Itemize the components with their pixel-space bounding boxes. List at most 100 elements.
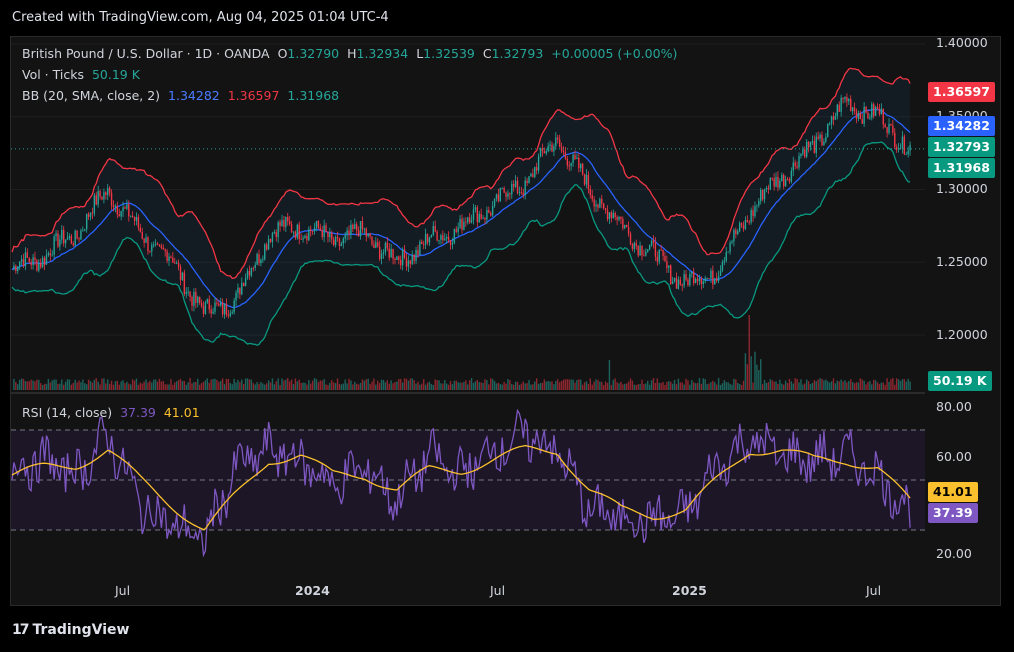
candle-body bbox=[317, 220, 320, 228]
candle-body bbox=[264, 244, 266, 260]
volume-bar bbox=[126, 381, 128, 390]
volume-bar bbox=[135, 378, 138, 390]
candle-body bbox=[107, 188, 109, 196]
candle-body bbox=[331, 232, 333, 240]
volume-bar bbox=[191, 383, 193, 390]
volume-bar bbox=[566, 379, 569, 390]
candle-body bbox=[514, 180, 517, 187]
volume-bar bbox=[689, 384, 691, 390]
volume-bar bbox=[151, 382, 153, 390]
volume-bar bbox=[137, 384, 140, 390]
volume-bar bbox=[892, 378, 894, 390]
volume-bar bbox=[675, 384, 678, 390]
volume-bar bbox=[231, 384, 233, 390]
volume-bar bbox=[549, 381, 551, 390]
volume-bar bbox=[82, 379, 84, 390]
candle-body bbox=[225, 303, 228, 315]
candle-body bbox=[248, 271, 251, 276]
volume-bar bbox=[721, 383, 724, 390]
volume-legend: Vol · Ticks 50.19 K bbox=[22, 67, 140, 82]
candle-body bbox=[698, 278, 701, 282]
candle-body bbox=[76, 230, 78, 239]
volume-bar bbox=[298, 379, 300, 390]
volume-bar bbox=[124, 383, 126, 390]
candle-body bbox=[430, 234, 433, 238]
candle-body bbox=[901, 136, 904, 149]
volume-bar bbox=[93, 379, 96, 390]
volume-bar bbox=[208, 382, 210, 390]
volume-bar bbox=[55, 379, 57, 390]
candle-body bbox=[308, 229, 310, 241]
candle-body bbox=[738, 223, 741, 232]
candle-body bbox=[455, 229, 457, 232]
volume-bar bbox=[154, 379, 157, 390]
candle-body bbox=[614, 212, 616, 218]
candle-body bbox=[84, 229, 86, 231]
candle-body bbox=[658, 249, 660, 262]
tradingview-brand[interactable]: 17 TradingView bbox=[12, 622, 129, 638]
volume-bar bbox=[38, 379, 40, 390]
volume-bar bbox=[432, 384, 434, 390]
volume-bar bbox=[80, 382, 82, 390]
volume-bar bbox=[147, 382, 149, 390]
bb-basis-tag: 1.34282 bbox=[928, 116, 995, 136]
volume-bar bbox=[884, 384, 886, 390]
candle-body bbox=[208, 299, 210, 310]
volume-bar bbox=[233, 378, 235, 390]
volume-bar bbox=[120, 381, 122, 390]
volume-bar bbox=[235, 382, 237, 390]
high-label: H bbox=[347, 46, 357, 61]
volume-bar bbox=[792, 383, 794, 390]
volume-bar bbox=[76, 382, 78, 390]
candle-body bbox=[398, 256, 400, 260]
candle-body bbox=[662, 249, 664, 256]
volume-bar bbox=[164, 384, 166, 390]
volume-bar bbox=[174, 382, 176, 390]
volume-bar bbox=[296, 381, 299, 390]
volume-bar bbox=[557, 379, 559, 390]
candle-body bbox=[260, 259, 262, 264]
volume-bar bbox=[731, 384, 733, 390]
candle-body bbox=[382, 252, 385, 254]
volume-bar bbox=[160, 381, 163, 390]
candle-body bbox=[894, 132, 896, 148]
open-value: 1.32790 bbox=[287, 46, 340, 61]
volume-bar bbox=[64, 381, 67, 390]
candle-body bbox=[832, 116, 835, 120]
volume-bar bbox=[423, 379, 425, 390]
volume-bar bbox=[627, 381, 630, 390]
candle-body bbox=[68, 236, 71, 238]
volume-bar bbox=[752, 382, 754, 390]
candle-body bbox=[214, 302, 216, 312]
candle-body bbox=[277, 222, 279, 238]
volume-bar bbox=[17, 384, 19, 390]
candle-body bbox=[141, 232, 143, 239]
candle-body bbox=[587, 174, 590, 190]
volume-bar bbox=[225, 378, 228, 390]
candle-body bbox=[844, 96, 846, 100]
candle-body bbox=[681, 284, 683, 286]
volume-bar bbox=[357, 384, 360, 390]
candle-body bbox=[855, 111, 858, 119]
candle-body bbox=[767, 187, 770, 190]
volume-bar bbox=[622, 384, 624, 390]
volume-bar bbox=[377, 380, 379, 390]
volume-bar bbox=[848, 381, 850, 390]
candle-body bbox=[478, 213, 480, 223]
candle-body bbox=[390, 248, 392, 258]
candle-body bbox=[283, 220, 285, 227]
candle-body bbox=[300, 239, 302, 240]
candle-body bbox=[421, 241, 423, 245]
volume-bar bbox=[380, 379, 383, 390]
candle-body bbox=[85, 213, 88, 230]
volume-bar bbox=[746, 364, 749, 390]
volume-bar bbox=[511, 383, 513, 390]
candle-body bbox=[882, 108, 884, 125]
volume-bar bbox=[367, 378, 369, 390]
volume-bar bbox=[650, 380, 653, 390]
candle-body bbox=[779, 180, 781, 188]
volume-bar bbox=[788, 378, 791, 390]
candle-body bbox=[346, 230, 348, 235]
volume-bar bbox=[133, 380, 136, 390]
candle-body bbox=[363, 228, 366, 230]
